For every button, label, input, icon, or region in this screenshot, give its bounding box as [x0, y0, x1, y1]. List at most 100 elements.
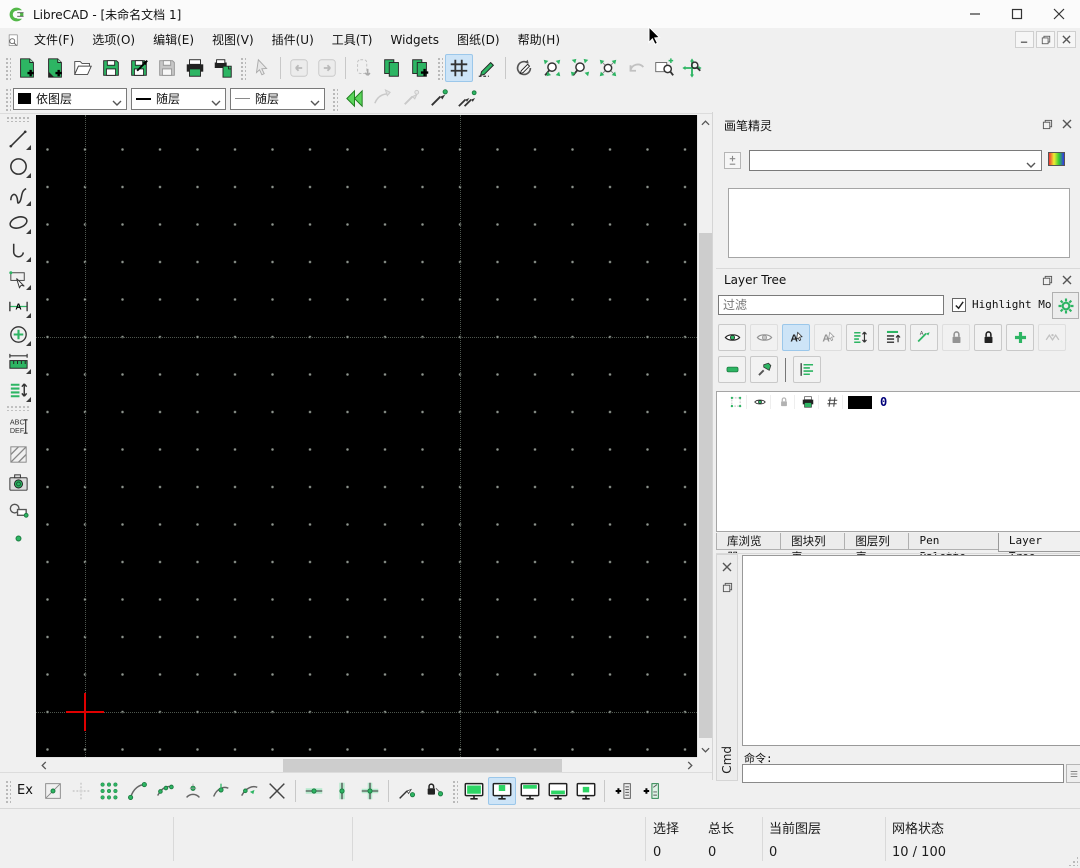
zoom-in-button[interactable] [538, 54, 566, 82]
block-tool-button[interactable] [3, 496, 33, 524]
toolbar-handle[interactable] [331, 87, 338, 111]
toolbar-handle[interactable] [239, 56, 246, 80]
mtext-tool-button[interactable]: ABCDEF [3, 412, 33, 440]
menu-item-2[interactable]: 选项(O) [83, 28, 144, 52]
snap-endpoints-button[interactable] [123, 777, 151, 805]
close-dock-icon[interactable] [1059, 116, 1075, 132]
linetype-combobox[interactable]: 随层 [131, 88, 226, 110]
save-all-button[interactable] [153, 54, 181, 82]
color-combobox[interactable]: 依图层 [13, 88, 127, 110]
select-pointer-button[interactable] [248, 54, 276, 82]
match-layer-button[interactable]: A [910, 324, 938, 351]
zoom-auto-button[interactable] [594, 54, 622, 82]
float-dock-icon[interactable] [1039, 272, 1055, 288]
scroll-right-button[interactable] [682, 758, 697, 773]
add-custom-widget-button[interactable] [637, 777, 665, 805]
toolbar-handle[interactable] [451, 779, 458, 803]
layer-settings-button[interactable] [1052, 292, 1079, 319]
mdi-minimize-button[interactable] [1015, 31, 1034, 48]
new-from-template-button[interactable] [41, 54, 69, 82]
draft-mode-button[interactable] [473, 54, 501, 82]
lock-all-layers-button[interactable] [974, 324, 1002, 351]
toolbar-handle[interactable] [4, 87, 11, 111]
new-drawing-button[interactable] [13, 54, 41, 82]
layer-lock-icon[interactable] [773, 395, 795, 409]
print-preview-button[interactable] [209, 54, 237, 82]
menu-item-6[interactable]: 工具(T) [323, 28, 382, 52]
close-dock-icon[interactable] [1059, 272, 1075, 288]
menu-item-7[interactable]: Widgets [381, 28, 448, 52]
curve-tool-button[interactable] [3, 180, 33, 208]
save-button[interactable] [97, 54, 125, 82]
toolbar-handle[interactable] [4, 779, 11, 803]
command-history[interactable] [742, 555, 1080, 746]
info-tool-button[interactable] [3, 348, 33, 376]
redo-button[interactable] [313, 54, 341, 82]
pen-path-button[interactable] [368, 85, 396, 113]
menu-item-1[interactable]: 文件(F) [25, 28, 83, 52]
layer-row[interactable]: 0 [717, 392, 1080, 412]
zoom-out-button[interactable] [566, 54, 594, 82]
pen-apply-button[interactable] [424, 85, 452, 113]
back-button[interactable] [340, 85, 368, 113]
snap-on-entity-button[interactable] [151, 777, 179, 805]
snap-grid-button[interactable] [67, 777, 95, 805]
toolbar-handle[interactable] [6, 116, 30, 122]
command-options-button[interactable] [1066, 764, 1080, 783]
dimension-tool-button[interactable]: A [3, 292, 33, 320]
line-tool-button[interactable] [3, 124, 33, 152]
restrict-orthogonal-button[interactable] [356, 777, 384, 805]
mdi-restore-button[interactable] [1036, 31, 1055, 48]
window-minimize-button[interactable] [954, 0, 996, 28]
pen-copy-button[interactable] [452, 85, 480, 113]
copy-button[interactable] [378, 54, 406, 82]
layer-color-swatch[interactable] [848, 396, 872, 409]
vertical-scrollbar[interactable] [697, 115, 712, 757]
snap-distance-button[interactable] [235, 777, 263, 805]
toolbar-handle[interactable] [4, 56, 11, 80]
zoom-previous-button[interactable] [622, 54, 650, 82]
window-maximize-button[interactable] [996, 0, 1038, 28]
zoom-window-button[interactable] [650, 54, 678, 82]
redraw-button[interactable] [510, 54, 538, 82]
stepper-button[interactable] [724, 152, 741, 169]
dock-tab-1[interactable]: 库浏览器 [716, 533, 781, 550]
snap-intersection-button[interactable] [263, 777, 291, 805]
open-drawing-button[interactable] [69, 54, 97, 82]
add-layer-button[interactable] [1006, 324, 1034, 351]
float-dock-icon[interactable] [719, 579, 735, 595]
float-dock-icon[interactable] [1039, 116, 1055, 132]
remove-layer-button[interactable] [718, 356, 746, 383]
paste-button[interactable] [406, 54, 434, 82]
view-mode-1-button[interactable] [460, 777, 488, 805]
snap-middle-button[interactable] [207, 777, 235, 805]
restrict-vertical-button[interactable] [328, 777, 356, 805]
dock-tab-2[interactable]: 图块列表 [780, 533, 845, 550]
layer-properties-button[interactable] [793, 356, 821, 383]
hscroll-thumb[interactable] [283, 759, 562, 772]
close-dock-icon[interactable] [719, 559, 735, 575]
undo-button[interactable] [285, 54, 313, 82]
save-as-button[interactable] [125, 54, 153, 82]
layer-list[interactable]: 0 [716, 391, 1080, 532]
selection-tool-button[interactable] [3, 264, 33, 292]
snap-free-button[interactable] [39, 777, 67, 805]
menu-item-9[interactable]: 帮助(H) [509, 28, 569, 52]
hatch-tool-button[interactable] [3, 440, 33, 468]
kill-selection-button[interactable] [350, 54, 378, 82]
merge-layer-button[interactable] [1038, 324, 1066, 351]
command-input[interactable] [742, 764, 1064, 783]
dock-tab-5[interactable]: Layer Tree [998, 533, 1080, 552]
scroll-left-button[interactable] [36, 758, 51, 773]
point-tool-button[interactable] [3, 524, 33, 552]
highlight-mode-checkbox[interactable] [952, 298, 966, 312]
lock-relative-zero-button[interactable] [421, 777, 449, 805]
window-close-button[interactable] [1038, 0, 1080, 28]
sort-layers-button[interactable] [846, 324, 874, 351]
unlock-all-layers-button[interactable] [942, 324, 970, 351]
show-all-layers-button[interactable] [718, 324, 746, 351]
mdi-close-button[interactable] [1057, 31, 1076, 48]
layer-print-icon[interactable] [797, 395, 819, 409]
layer-construction-icon[interactable] [821, 395, 843, 409]
vscroll-thumb[interactable] [699, 233, 712, 738]
